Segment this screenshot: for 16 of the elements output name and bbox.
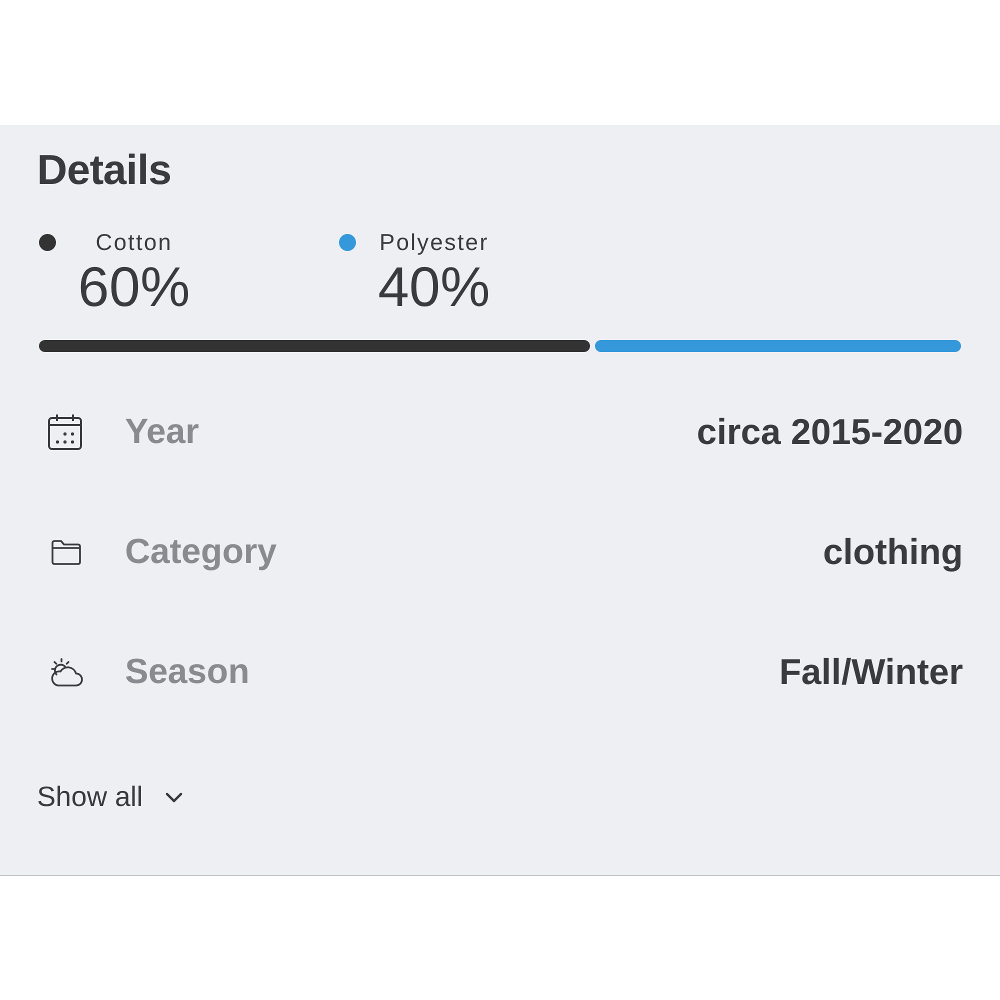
percentage: 60% [78, 257, 190, 317]
row-label: Season [125, 652, 250, 692]
show-all-button[interactable]: Show all [37, 777, 183, 817]
row-label: Category [125, 532, 277, 572]
row-label: Year [125, 412, 199, 452]
material-label: Polyester [379, 228, 489, 257]
calendar-icon [48, 414, 82, 450]
sun-cloud-icon [51, 658, 83, 686]
material-label: Cotton [96, 228, 172, 257]
percentage: 40% [378, 257, 490, 317]
row-value: Fall/Winter [779, 651, 963, 693]
folder-icon [51, 540, 81, 564]
section-title: Details [37, 145, 172, 195]
row-value: clothing [823, 531, 963, 573]
row-value: circa 2015-2020 [696, 411, 963, 453]
chevron-down-icon [164, 792, 183, 802]
